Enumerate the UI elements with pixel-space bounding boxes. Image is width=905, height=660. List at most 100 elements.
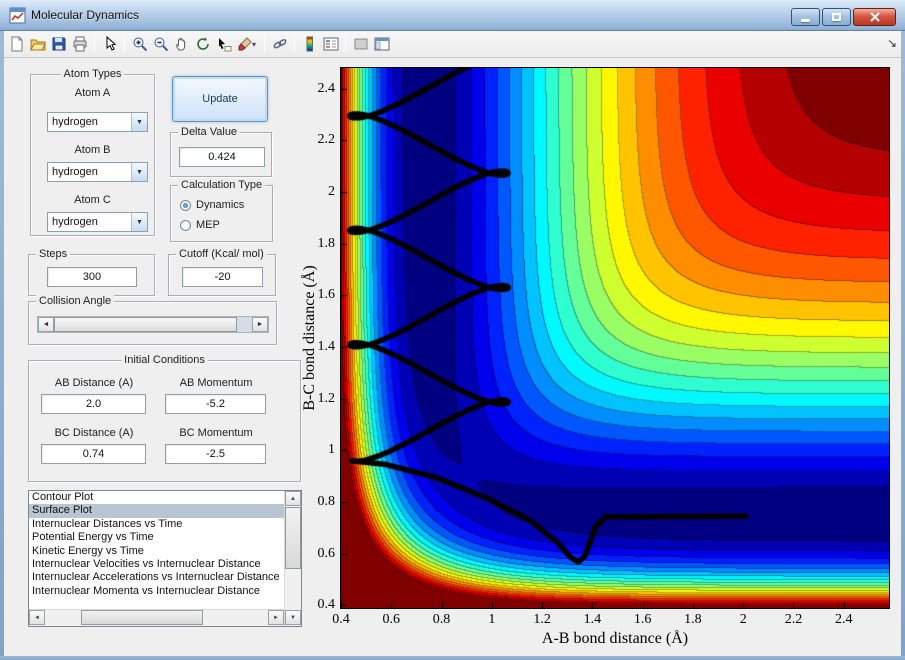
- hide-tools-icon: [353, 36, 369, 52]
- link-plot-button[interactable]: [269, 33, 290, 55]
- radio-icon: [180, 220, 191, 231]
- mep-radio[interactable]: MEP: [180, 218, 220, 232]
- y-tick-label: 2.4: [299, 81, 335, 97]
- list-item[interactable]: Internuclear Accelerations vs Internucle…: [29, 571, 284, 584]
- x-tick-label: 1.2: [517, 612, 567, 628]
- chevron-down-icon: ▼: [131, 213, 147, 231]
- maximize-button[interactable]: [822, 8, 851, 26]
- x-tick-label: 1.8: [668, 612, 718, 628]
- brush-icon: [237, 36, 253, 52]
- atom-a-value: hydrogen: [48, 113, 131, 131]
- legend-icon: [323, 36, 339, 52]
- rotate-icon: [195, 36, 211, 52]
- x-tick-label: 0.8: [417, 612, 467, 628]
- titlebar[interactable]: Molecular Dynamics: [0, 0, 905, 31]
- y-tick-label: 2.2: [299, 132, 335, 148]
- window-border-right: [901, 31, 905, 656]
- scroll-left-arrow[interactable]: ◄: [29, 610, 45, 625]
- atom-b-dropdown[interactable]: hydrogen ▼: [47, 162, 148, 182]
- minimize-icon: [801, 19, 810, 22]
- edit-plot-button[interactable]: [99, 33, 120, 55]
- list-item[interactable]: Internuclear Distances vs Time: [29, 518, 284, 531]
- ab-momentum-field[interactable]: [165, 394, 266, 414]
- dynamics-radio[interactable]: Dynamics: [180, 198, 244, 212]
- rotate-3d-button[interactable]: [192, 33, 213, 55]
- delta-value-field[interactable]: [179, 147, 265, 167]
- close-button[interactable]: [853, 8, 896, 26]
- atom-a-label: Atom A: [31, 87, 154, 99]
- atom-c-label: Atom C: [31, 194, 154, 206]
- window-icon: [9, 7, 26, 24]
- delta-value-panel: Delta Value: [170, 132, 272, 177]
- collision-angle-panel: Collision Angle ◄ ►: [28, 301, 277, 345]
- pan-button[interactable]: [171, 33, 192, 55]
- atom-types-panel: Atom Types Atom A hydrogen ▼ Atom B hydr…: [30, 74, 155, 236]
- chevron-down-icon: ▼: [131, 163, 147, 181]
- x-tick-label: 0.6: [366, 612, 416, 628]
- new-document-icon: [9, 36, 25, 52]
- hide-plot-tools-button[interactable]: [350, 33, 371, 55]
- atom-types-title: Atom Types: [61, 68, 125, 80]
- printer-icon: [72, 36, 88, 52]
- slider-left-arrow[interactable]: ◄: [38, 317, 54, 332]
- show-plot-tools-button[interactable]: [371, 33, 392, 55]
- open-file-button[interactable]: [27, 33, 48, 55]
- plot-type-list: Contour PlotSurface PlotInternuclear Dis…: [29, 491, 284, 609]
- update-button-label: Update: [202, 93, 237, 105]
- toolbar-overflow-icon[interactable]: ↘: [887, 36, 897, 50]
- insert-legend-button[interactable]: [320, 33, 341, 55]
- insert-colorbar-button[interactable]: [299, 33, 320, 55]
- list-item[interactable]: Potential Energy vs Time: [29, 531, 284, 544]
- ab-momentum-label: AB Momentum: [165, 377, 267, 389]
- plot-type-listbox[interactable]: Contour PlotSurface PlotInternuclear Dis…: [28, 490, 302, 627]
- atom-a-dropdown[interactable]: hydrogen ▼: [47, 112, 148, 132]
- y-axis-label: B-C bond distance (Å): [301, 188, 319, 488]
- cutoff-field[interactable]: [182, 267, 263, 287]
- new-figure-button[interactable]: [6, 33, 27, 55]
- zoom-in-button[interactable]: [129, 33, 150, 55]
- bc-distance-field[interactable]: [41, 444, 146, 464]
- list-item[interactable]: Kinetic Energy vs Time: [29, 545, 284, 558]
- collision-angle-slider[interactable]: ◄ ►: [37, 316, 269, 333]
- initial-conditions-title: Initial Conditions: [121, 354, 208, 366]
- zoom-in-icon: [132, 36, 148, 52]
- brush-dropdown-caret[interactable]: ▾: [252, 40, 260, 49]
- data-cursor-button[interactable]: [213, 33, 234, 55]
- chevron-down-icon: ▼: [131, 113, 147, 131]
- steps-field[interactable]: [47, 267, 137, 287]
- ab-distance-label: AB Distance (A): [41, 377, 147, 389]
- horizontal-scrollbar[interactable]: ◄ ►: [29, 609, 284, 626]
- potential-surface-plot[interactable]: [340, 67, 890, 609]
- scroll-right-arrow[interactable]: ►: [268, 610, 284, 625]
- calculation-type-title: Calculation Type: [178, 179, 265, 191]
- cutoff-panel: Cutoff (Kcal/ mol): [168, 254, 276, 296]
- print-figure-button[interactable]: [69, 33, 90, 55]
- update-button[interactable]: Update: [172, 76, 268, 122]
- ab-distance-field[interactable]: [41, 394, 146, 414]
- list-item[interactable]: Internuclear Momenta vs Internuclear Dis…: [29, 585, 284, 598]
- save-figure-button[interactable]: [48, 33, 69, 55]
- list-item[interactable]: Surface Plot: [29, 504, 284, 517]
- colorbar-icon: [302, 36, 318, 52]
- save-icon: [51, 36, 67, 52]
- bc-momentum-field[interactable]: [165, 444, 266, 464]
- open-folder-icon: [30, 36, 46, 52]
- toolbar-separator: [94, 35, 95, 53]
- collision-angle-title: Collision Angle: [36, 295, 114, 307]
- cursor-arrow-icon: [102, 36, 118, 52]
- hscroll-thumb[interactable]: [81, 610, 203, 625]
- toolbar-separator: [345, 35, 346, 53]
- minimize-button[interactable]: [791, 8, 820, 26]
- list-item[interactable]: Internuclear Velocities vs Internuclear …: [29, 558, 284, 571]
- list-item[interactable]: Contour Plot: [29, 491, 284, 504]
- slider-right-arrow[interactable]: ►: [252, 317, 268, 332]
- toolbar-separator: [294, 35, 295, 53]
- zoom-out-button[interactable]: [150, 33, 171, 55]
- figure-toolbar: ▾: [0, 31, 905, 58]
- atom-c-dropdown[interactable]: hydrogen ▼: [47, 212, 148, 232]
- mep-radio-label: MEP: [196, 219, 220, 231]
- slider-thumb[interactable]: [54, 317, 237, 332]
- slider-track[interactable]: [54, 317, 252, 332]
- x-axis-label: A-B bond distance (Å): [341, 630, 889, 648]
- radio-icon: [180, 200, 191, 211]
